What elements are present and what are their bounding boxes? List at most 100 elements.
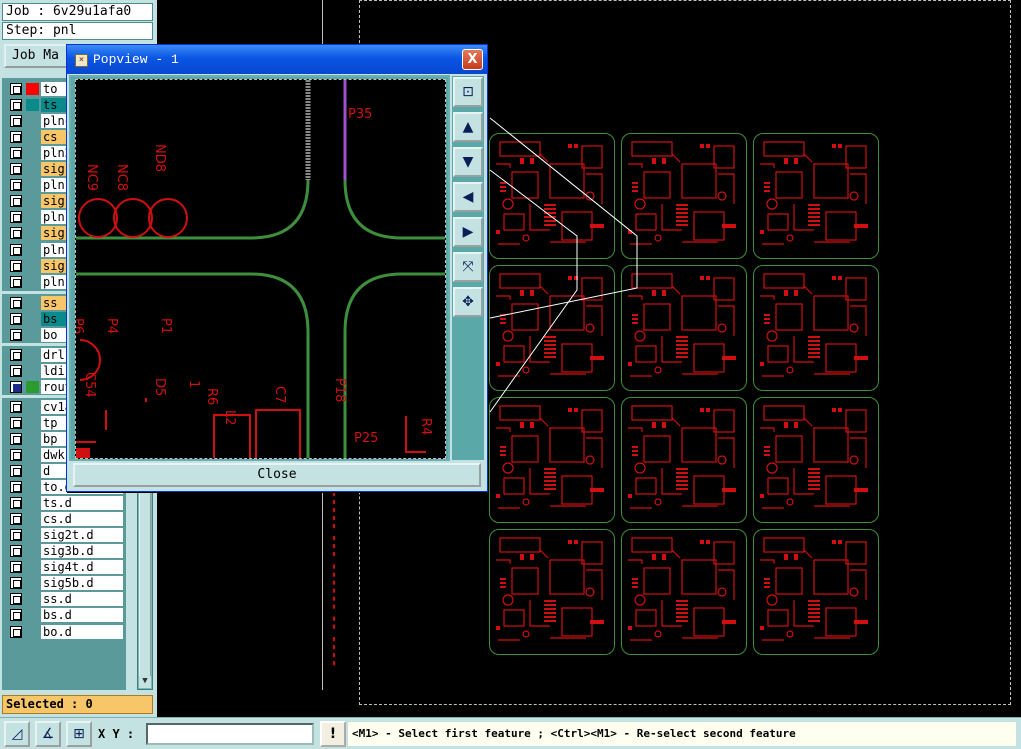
- pan-right-icon[interactable]: ▶: [453, 217, 483, 247]
- layer-row[interactable]: sig5b.d: [2, 575, 126, 591]
- layer-checkbox[interactable]: [10, 195, 22, 208]
- pan-left-icon[interactable]: ◀: [453, 182, 483, 212]
- layer-checkbox[interactable]: [10, 163, 22, 176]
- layer-checkbox[interactable]: [10, 147, 22, 160]
- layer-checkbox[interactable]: [10, 416, 22, 429]
- step-name-label: Step: pnl: [2, 22, 153, 40]
- layer-name[interactable]: sig5b.d: [41, 576, 123, 591]
- popview-component-label: C7: [272, 386, 287, 404]
- layer-checkbox[interactable]: [10, 380, 22, 393]
- zoom-window-icon[interactable]: ⊡: [453, 77, 483, 107]
- layer-checkbox[interactable]: [10, 529, 22, 542]
- layer-row[interactable]: ss.d: [2, 591, 126, 607]
- layer-name[interactable]: sig2t.d: [41, 528, 123, 543]
- popview-component-label: P4: [104, 318, 119, 335]
- layer-checkbox[interactable]: [10, 625, 22, 638]
- layer-color-swatch: [26, 380, 39, 393]
- measure-angle-icon[interactable]: ∡: [35, 721, 61, 747]
- popview-component-label: NC9: [84, 164, 99, 192]
- popview-window: × Popview - 1 X P35 ND8 NC8 NC9 P1 P4 P6…: [66, 44, 488, 492]
- layer-checkbox[interactable]: [10, 561, 22, 574]
- job-matrix-button[interactable]: Job Ma: [4, 44, 70, 68]
- layer-row[interactable]: sig4t.d: [2, 559, 126, 575]
- popview-viewport-frame: P35 ND8 NC8 NC9 P1 P4 P6 D5 C54 R6 L2 C7 P18 P25 R4 1: [69, 75, 450, 461]
- close-button[interactable]: Close: [73, 463, 481, 487]
- layer-name[interactable]: sig4t.d: [41, 560, 123, 575]
- popview-component-label: P6: [75, 318, 85, 335]
- popview-component-label: P1: [158, 318, 173, 335]
- layer-row[interactable]: bs.d: [2, 607, 126, 623]
- selected-count: Selected : 0: [2, 695, 153, 714]
- warning-icon[interactable]: !: [320, 721, 346, 747]
- layer-checkbox[interactable]: [10, 99, 22, 112]
- snap-off-icon[interactable]: ◿: [4, 721, 30, 747]
- layer-checkbox[interactable]: [10, 481, 22, 494]
- layer-row[interactable]: ts.d: [2, 495, 126, 511]
- layer-checkbox[interactable]: [10, 131, 22, 144]
- layer-checkbox[interactable]: [10, 432, 22, 445]
- zoom-home-icon[interactable]: ✥: [453, 287, 483, 317]
- layer-checkbox[interactable]: [10, 275, 22, 288]
- popview-app-icon: ×: [75, 54, 88, 67]
- layer-checkbox[interactable]: [10, 211, 22, 224]
- fit-window-icon[interactable]: ⤧: [453, 252, 483, 282]
- layer-checkbox[interactable]: [10, 497, 22, 510]
- layer-row[interactable]: cs.d: [2, 511, 126, 527]
- layer-checkbox[interactable]: [10, 296, 22, 309]
- layer-checkbox[interactable]: [10, 243, 22, 256]
- layer-name[interactable]: ts.d: [41, 496, 123, 511]
- layer-checkbox[interactable]: [10, 83, 22, 95]
- xy-input[interactable]: [146, 723, 314, 745]
- layer-checkbox[interactable]: [10, 609, 22, 622]
- layer-checkbox[interactable]: [10, 312, 22, 325]
- window-close-icon[interactable]: X: [462, 49, 483, 70]
- pan-down-icon[interactable]: ▼: [453, 147, 483, 177]
- popview-component-label: NC8: [114, 164, 129, 192]
- layer-checkbox[interactable]: [10, 348, 22, 361]
- layer-row[interactable]: sig3b.d: [2, 543, 126, 559]
- popview-drawing: [76, 80, 445, 458]
- layer-checkbox[interactable]: [10, 400, 22, 413]
- job-name-label: Job : 6v29u1afa0: [2, 3, 153, 21]
- layer-checkbox[interactable]: [10, 513, 22, 526]
- layer-name[interactable]: bs.d: [41, 608, 123, 623]
- popview-component-label: P35: [348, 107, 373, 122]
- popview-component-label: P25: [354, 431, 379, 446]
- layer-checkbox[interactable]: [10, 259, 22, 272]
- layer-checkbox[interactable]: [10, 364, 22, 377]
- popview-component-label: L2: [222, 410, 237, 426]
- popview-component-label: P18: [332, 378, 347, 403]
- popview-component-label: ND8: [152, 144, 167, 173]
- layer-checkbox[interactable]: [10, 115, 22, 128]
- layer-name[interactable]: bo.d: [41, 624, 123, 639]
- xy-label: X Y :: [98, 727, 135, 741]
- layer-color-swatch: [26, 83, 39, 95]
- layer-name[interactable]: cs.d: [41, 512, 123, 527]
- popview-canvas[interactable]: P35 ND8 NC8 NC9 P1 P4 P6 D5 C54 R6 L2 C7 P18 P25 R4 1: [75, 79, 446, 459]
- pan-up-icon[interactable]: ▲: [453, 112, 483, 142]
- layer-row[interactable]: sig2t.d: [2, 527, 126, 543]
- layer-checkbox[interactable]: [10, 328, 22, 341]
- popview-title: Popview - 1: [93, 52, 179, 67]
- popview-toolbar: ⊡ ▲ ▼ ◀ ▶ ⤧ ✥: [452, 76, 484, 460]
- popview-component-label: R4: [418, 418, 433, 436]
- layer-checkbox[interactable]: [10, 577, 22, 590]
- popview-component-label: D5: [152, 378, 167, 397]
- popview-component-label: C54: [82, 372, 97, 398]
- layer-checkbox[interactable]: [10, 545, 22, 558]
- scroll-down-icon[interactable]: ▼: [139, 676, 151, 688]
- status-bar: ◿ ∡ ⊞ X Y : ! <M1> - Select first feature …: [0, 717, 1021, 749]
- layer-name[interactable]: sig3b.d: [41, 544, 123, 559]
- layer-checkbox[interactable]: [10, 179, 22, 192]
- popview-titlebar[interactable]: × Popview - 1 X: [67, 45, 487, 74]
- layer-row[interactable]: bo.d: [2, 624, 126, 640]
- layer-checkbox[interactable]: [10, 227, 22, 240]
- layer-checkbox[interactable]: [10, 593, 22, 606]
- layer-name[interactable]: ss.d: [41, 592, 123, 607]
- layer-color-swatch: [26, 99, 39, 112]
- layer-checkbox[interactable]: [10, 448, 22, 461]
- grid-snap-icon[interactable]: ⊞: [66, 721, 92, 747]
- command-prompt: <M1> - Select first feature ; <Ctrl><M1>…: [348, 722, 1016, 746]
- layer-checkbox[interactable]: [10, 465, 22, 477]
- popview-component-label: R6: [204, 388, 219, 406]
